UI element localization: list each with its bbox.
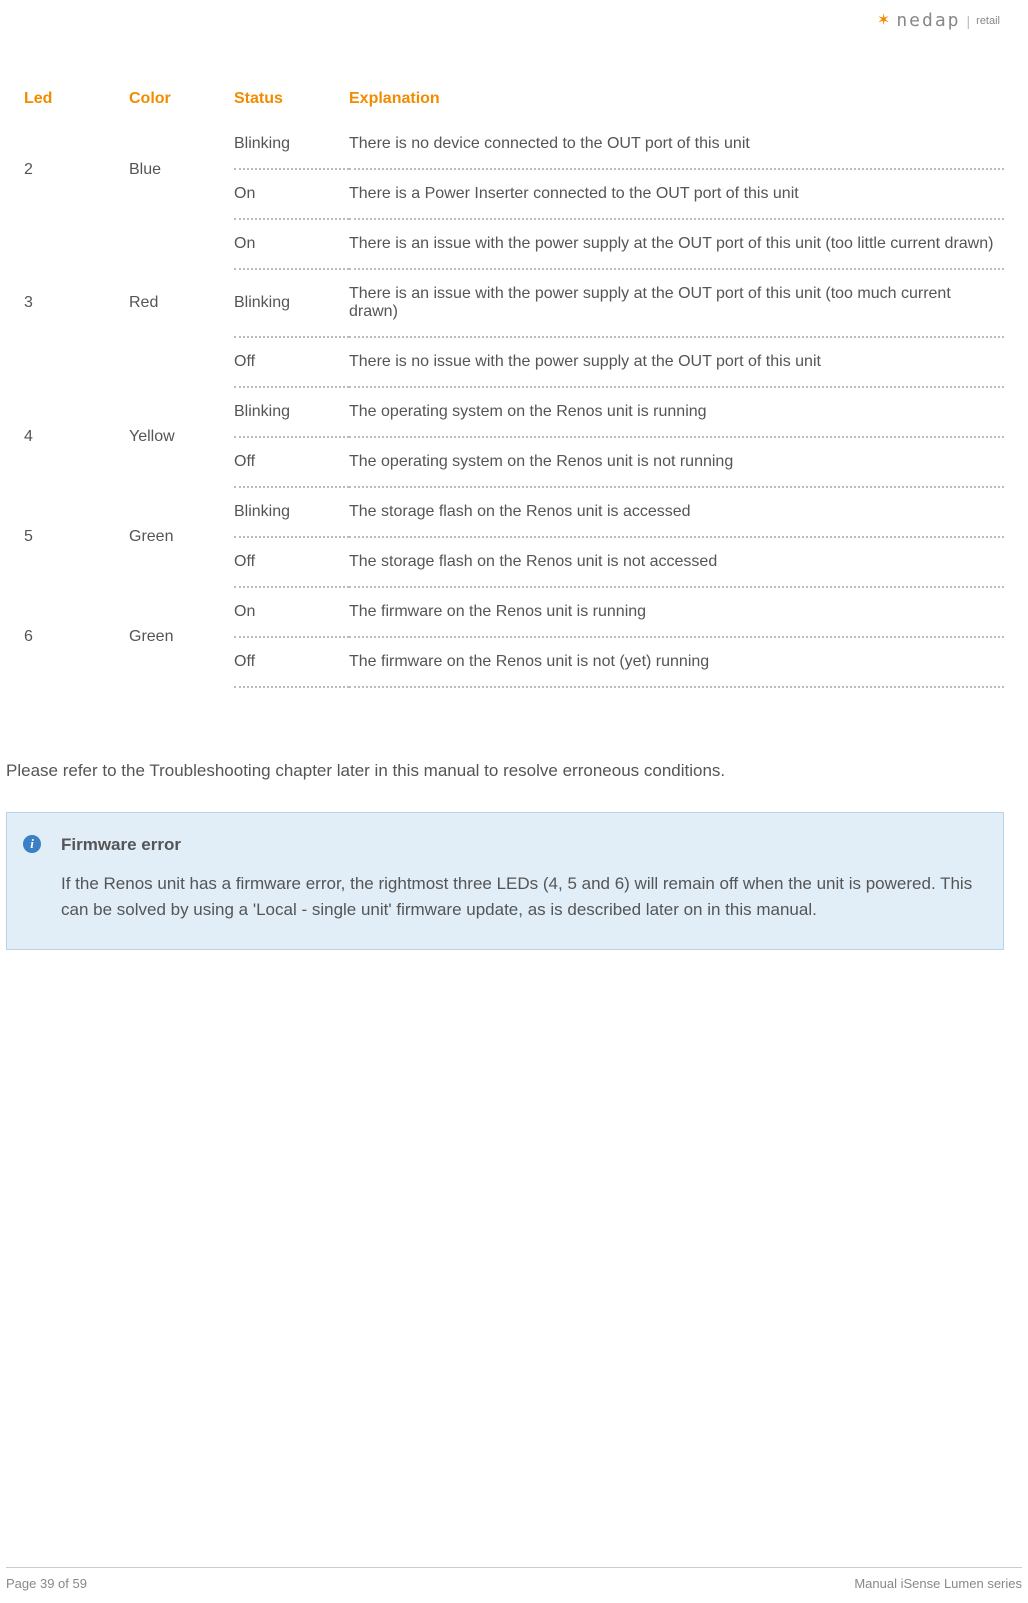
cell-status: Blinking	[234, 387, 349, 437]
header-explanation: Explanation	[349, 80, 1004, 120]
troubleshooting-note: Please refer to the Troubleshooting chap…	[6, 758, 1004, 784]
cell-color: Green	[129, 487, 234, 587]
page-footer: Page 39 of 59 Manual iSense Lumen series	[6, 1567, 1022, 1591]
cell-status: Off	[234, 437, 349, 487]
table-row: 3RedOnThere is an issue with the power s…	[24, 219, 1004, 269]
cell-color: Green	[129, 587, 234, 687]
cell-status: Blinking	[234, 487, 349, 537]
footer-title: Manual iSense Lumen series	[854, 1576, 1022, 1591]
cell-explanation: The operating system on the Renos unit i…	[349, 437, 1004, 487]
cell-status: On	[234, 169, 349, 219]
cell-explanation: There is no issue with the power supply …	[349, 337, 1004, 387]
cell-status: On	[234, 219, 349, 269]
header-status: Status	[234, 80, 349, 120]
table-row: 6GreenOnThe firmware on the Renos unit i…	[24, 587, 1004, 637]
cell-color: Yellow	[129, 387, 234, 487]
header-color: Color	[129, 80, 234, 120]
brand-name: nedap	[896, 10, 960, 31]
cell-explanation: There is an issue with the power supply …	[349, 269, 1004, 337]
cell-explanation: There is no device connected to the OUT …	[349, 120, 1004, 169]
cell-led: 5	[24, 487, 129, 587]
info-body: If the Renos unit has a firmware error, …	[61, 871, 979, 924]
cell-status: Blinking	[234, 120, 349, 169]
cell-explanation: The storage flash on the Renos unit is n…	[349, 537, 1004, 587]
cell-explanation: There is a Power Inserter connected to t…	[349, 169, 1004, 219]
cell-status: Blinking	[234, 269, 349, 337]
info-box: i Firmware error If the Renos unit has a…	[6, 812, 1004, 951]
cell-led: 4	[24, 387, 129, 487]
table-row: 5GreenBlinkingThe storage flash on the R…	[24, 487, 1004, 537]
led-status-table: Led Color Status Explanation 2BlueBlinki…	[24, 80, 1004, 688]
cell-color: Blue	[129, 120, 234, 219]
page-content: Led Color Status Explanation 2BlueBlinki…	[24, 80, 1004, 950]
info-title: Firmware error	[61, 835, 979, 855]
cell-explanation: The firmware on the Renos unit is runnin…	[349, 587, 1004, 637]
brand-suffix: retail	[976, 15, 1000, 27]
table-row: 2BlueBlinkingThere is no device connecte…	[24, 120, 1004, 169]
cell-status: On	[234, 587, 349, 637]
cell-status: Off	[234, 337, 349, 387]
cell-status: Off	[234, 537, 349, 587]
footer-page: Page 39 of 59	[6, 1576, 87, 1591]
cell-led: 2	[24, 120, 129, 219]
cell-status: Off	[234, 637, 349, 687]
star-icon: ✶	[877, 13, 890, 29]
cell-color: Red	[129, 219, 234, 387]
info-icon: i	[23, 835, 41, 853]
logo-divider: |	[967, 13, 971, 29]
cell-explanation: The storage flash on the Renos unit is a…	[349, 487, 1004, 537]
cell-explanation: The firmware on the Renos unit is not (y…	[349, 637, 1004, 687]
brand-logo: ✶ nedap | retail	[877, 10, 1000, 31]
table-header-row: Led Color Status Explanation	[24, 80, 1004, 120]
cell-led: 3	[24, 219, 129, 387]
cell-led: 6	[24, 587, 129, 687]
header-led: Led	[24, 80, 129, 120]
cell-explanation: There is an issue with the power supply …	[349, 219, 1004, 269]
cell-explanation: The operating system on the Renos unit i…	[349, 387, 1004, 437]
table-row: 4YellowBlinkingThe operating system on t…	[24, 387, 1004, 437]
